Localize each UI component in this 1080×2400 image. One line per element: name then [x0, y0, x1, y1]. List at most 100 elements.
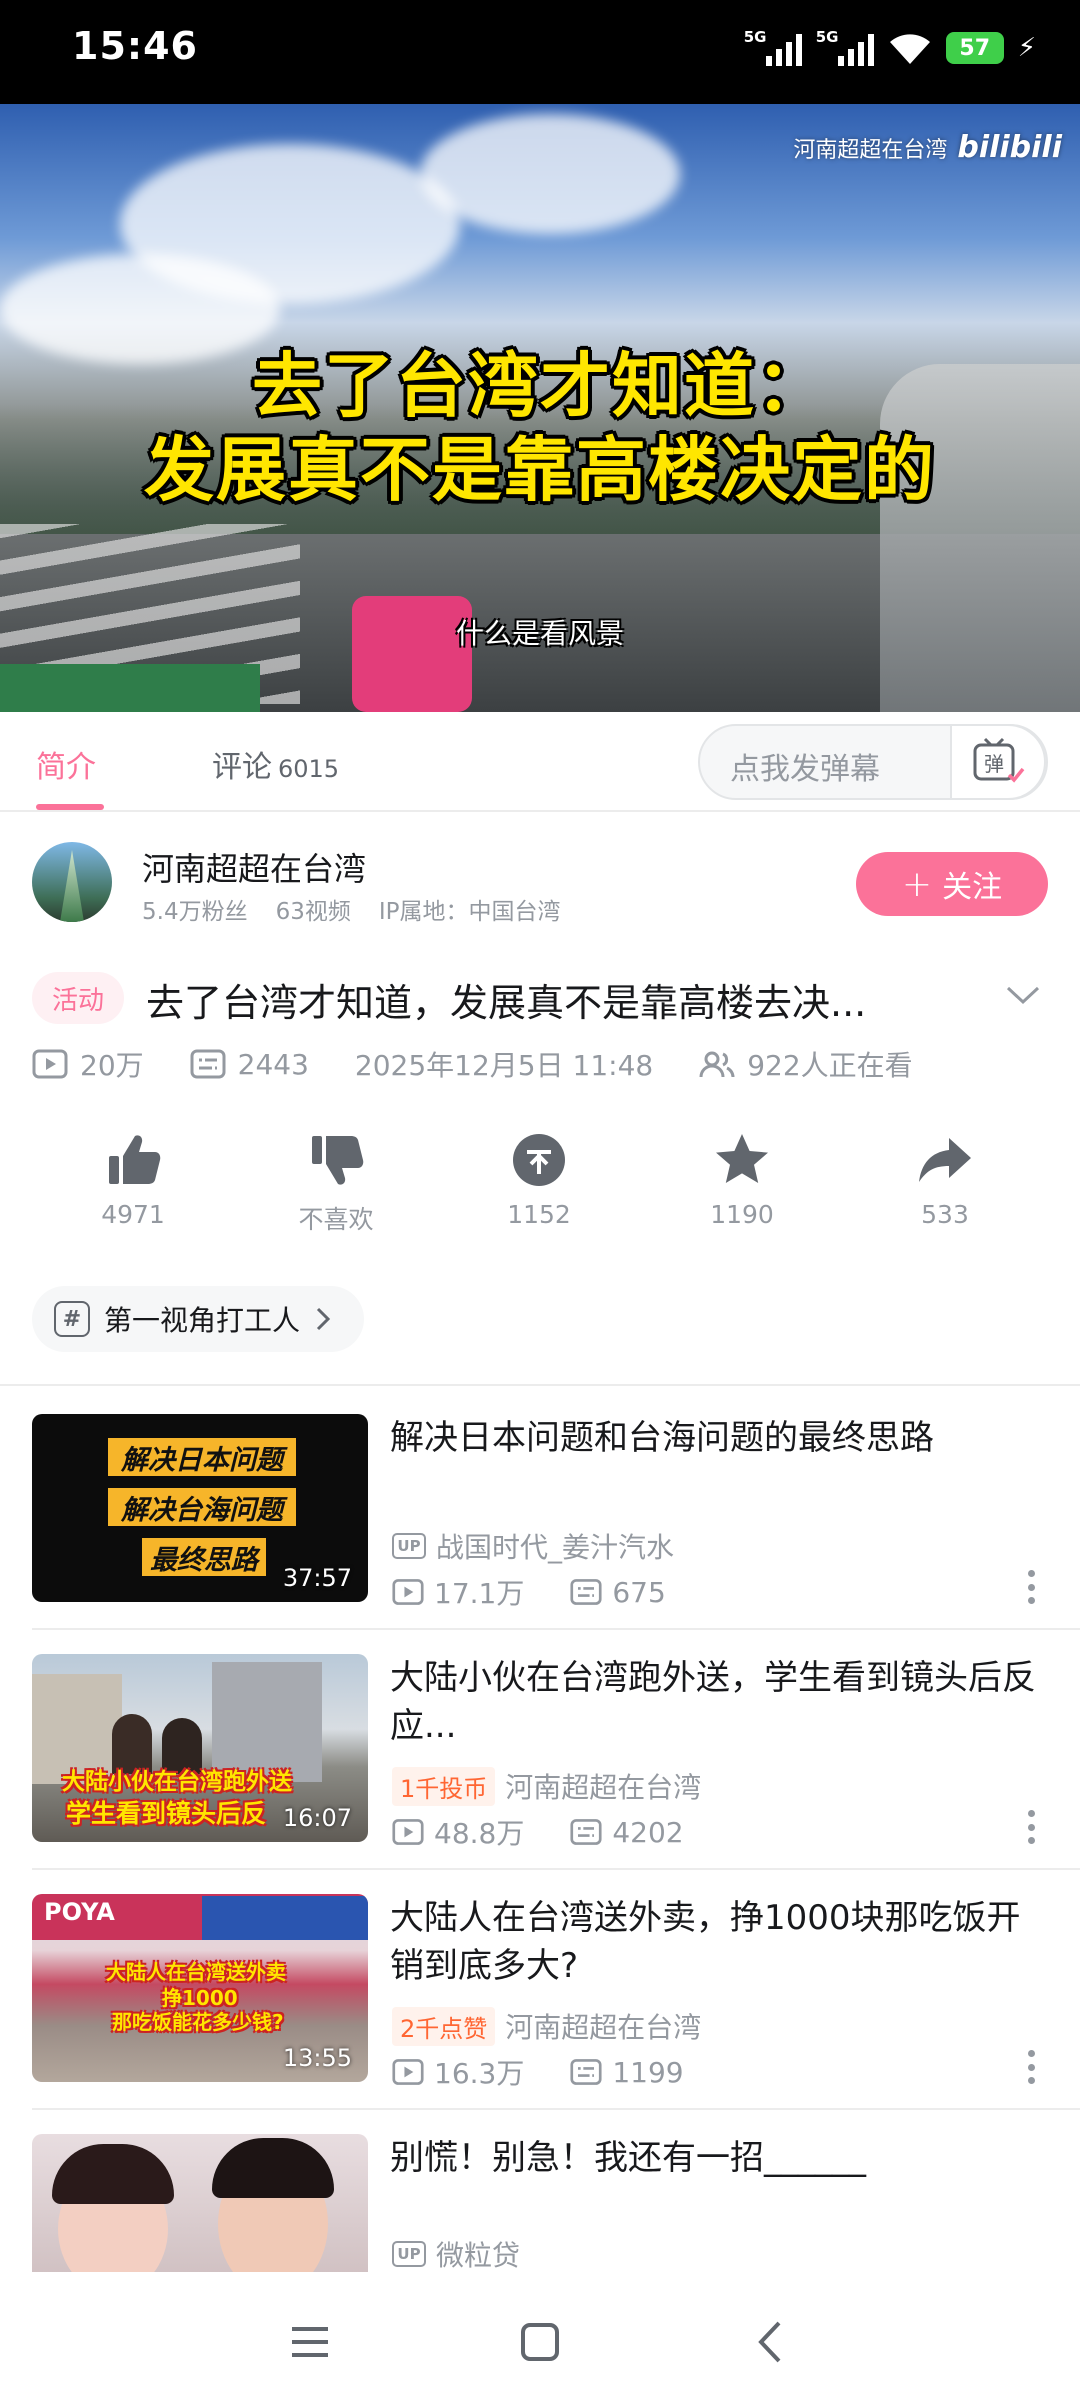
thumbnail-text: 大陆小伙在台湾跑外送: [62, 1769, 292, 1795]
thumbnail-text: 解决台海问题: [121, 1495, 283, 1526]
danmaku-input[interactable]: 点我发弹幕 弹: [698, 724, 1048, 800]
video-title[interactable]: 大陆小伙在台湾跑外送，学生看到镜头后反应...: [390, 1654, 1040, 1750]
video-duration: 16:07: [282, 1804, 352, 1832]
share-arrow-icon: [919, 1138, 971, 1182]
tab-comments-count: 6015: [278, 755, 340, 783]
coin-button[interactable]: 1152: [469, 1130, 609, 1229]
svg-text:弹: 弹: [984, 752, 1004, 776]
signal-icon: 5G: [743, 28, 802, 66]
uploader-name: 河南超超在台湾: [505, 1771, 702, 1804]
home-button[interactable]: [510, 2312, 570, 2372]
uploader-name[interactable]: 河南超超在台湾: [142, 844, 366, 890]
dislike-label: 不喜欢: [298, 1205, 374, 1234]
danmaku-toggle-button[interactable]: 弹: [950, 724, 1046, 800]
video-title[interactable]: 大陆人在台湾送外卖，挣1000块那吃饭开销到底多大?: [390, 1894, 1040, 1990]
follow-label: 关注: [942, 870, 1003, 905]
watermark-channel: 河南超超在台湾: [793, 137, 948, 163]
avatar[interactable]: [32, 842, 112, 922]
view-count: 48.8万: [434, 1817, 525, 1850]
danmaku-count: 1199: [612, 2055, 684, 2089]
coin-count: 1152: [507, 1200, 571, 1229]
hot-badge: 1千投币: [392, 1766, 496, 1806]
thumbnail-text: 学生看到镜头后反: [66, 1799, 267, 1828]
list-item[interactable]: 别慌！别急！我还有一招______ UP 微粒贷: [0, 2134, 1080, 2272]
favorite-button[interactable]: 1190: [672, 1130, 812, 1229]
hot-badge: 2千点赞: [392, 2006, 496, 2046]
status-bar: 15:46 5G 5G 57 ⚡: [0, 0, 1080, 104]
chevron-right-icon: [316, 1307, 331, 1331]
up-icon: UP: [392, 1533, 426, 1559]
uploader-meta: 5.4万粉丝 63视频 IP属地：中国台湾: [142, 892, 561, 926]
uploader-videos: 63视频: [275, 899, 351, 925]
danmaku-count-icon: [570, 1819, 602, 1845]
video-watermark: 河南超超在台湾 bilibili: [793, 130, 1062, 165]
more-icon[interactable]: [1028, 2050, 1036, 2084]
share-count: 533: [921, 1200, 969, 1229]
video-duration: 13:55: [282, 2044, 352, 2072]
video-title: 去了台湾才知道，发展真不是靠高楼去决...: [146, 981, 867, 1025]
video-thumbnail[interactable]: [32, 2134, 368, 2272]
network-type-1: 5G: [743, 28, 767, 46]
list-item[interactable]: 解决日本问题 解决台海问题 最终思路 37:57 解决日本问题和台海问题的最终思…: [0, 1414, 1080, 1654]
video-title-row[interactable]: 活动 去了台湾才知道，发展真不是靠高楼去决...: [0, 962, 1080, 1034]
video-title[interactable]: 别慌！别急！我还有一招______: [390, 2134, 1040, 2182]
video-player[interactable]: 河南超超在台湾 bilibili 去了台湾才知道： 发展真不是靠高楼决定的 什么…: [0, 104, 1080, 712]
thumbnail-text: 那吃饭能花多少钱?: [112, 2010, 284, 2034]
share-button[interactable]: 533: [875, 1130, 1015, 1229]
hashtag-icon: #: [54, 1301, 90, 1337]
coin-icon: [513, 1134, 565, 1186]
video-uploader[interactable]: 2千点赞 河南超超在台湾: [392, 2006, 701, 2046]
dislike-button[interactable]: 不喜欢: [266, 1130, 406, 1236]
video-stats: 48.8万 4202: [392, 1812, 684, 1852]
bilibili-logo: bilibili: [957, 130, 1062, 165]
chevron-down-icon[interactable]: [1006, 984, 1040, 1008]
play-count-icon: [32, 1049, 68, 1079]
video-overlay-title-line2: 发展真不是靠高楼决定的: [144, 429, 936, 511]
tab-active-indicator: [36, 804, 104, 810]
thumbnail-text: 大陆人在台湾送外卖: [106, 1960, 286, 1984]
video-uploader[interactable]: 1千投币 河南超超在台湾: [392, 1766, 701, 1806]
like-button[interactable]: 4971: [63, 1130, 203, 1229]
uploader-ip: IP属地：中国台湾: [378, 899, 561, 925]
play-count-icon: [392, 1819, 424, 1845]
danmaku-placeholder: 点我发弹幕: [730, 752, 880, 787]
video-title[interactable]: 解决日本问题和台海问题的最终思路: [390, 1414, 1040, 1462]
more-icon[interactable]: [1028, 1570, 1036, 1604]
video-thumbnail[interactable]: 解决日本问题 解决台海问题 最终思路 37:57: [32, 1414, 368, 1602]
activity-badge[interactable]: 活动: [32, 972, 125, 1024]
tab-comments[interactable]: 评论 6015: [212, 742, 339, 786]
danmaku-count: 675: [612, 1575, 666, 1609]
recents-button[interactable]: [280, 2312, 340, 2372]
signal-icon-2: 5G: [816, 28, 874, 66]
thumbs-up-icon: [109, 1135, 161, 1184]
home-square-icon: [521, 2323, 559, 2361]
back-button[interactable]: [740, 2312, 800, 2372]
play-count-icon: [392, 2059, 424, 2085]
list-item[interactable]: 大陆小伙在台湾跑外送 学生看到镜头后反 16:07 大陆小伙在台湾跑外送，学生看…: [0, 1654, 1080, 1894]
follow-button[interactable]: + 关注: [856, 852, 1048, 916]
tab-comments-label: 评论: [212, 750, 272, 785]
tab-intro[interactable]: 简介: [36, 742, 96, 786]
video-thumbnail[interactable]: POYA 大陆人在台湾送外卖 挣1000 那吃饭能花多少钱? 13:55: [32, 1894, 368, 2082]
danmaku-count-icon: [570, 2059, 602, 2085]
status-time: 15:46: [72, 24, 198, 68]
plus-icon: +: [901, 863, 933, 905]
view-count: 20万: [80, 1049, 144, 1082]
thumbnail-text: 最终思路: [150, 1545, 258, 1576]
thumbnail-text: 解决日本问题: [121, 1445, 283, 1476]
video-thumbnail[interactable]: 大陆小伙在台湾跑外送 学生看到镜头后反 16:07: [32, 1654, 368, 1842]
video-uploader[interactable]: UP 战国时代_姜汁汽水: [392, 1526, 674, 1566]
topic-tag[interactable]: # 第一视角打工人: [32, 1286, 365, 1352]
star-icon: [716, 1134, 768, 1183]
video-uploader[interactable]: UP 微粒贷: [392, 2234, 520, 2272]
favorite-count: 1190: [710, 1200, 774, 1229]
list-divider: [32, 1868, 1080, 1870]
charging-icon: ⚡: [1017, 33, 1036, 63]
list-divider: [32, 1628, 1080, 1630]
list-item[interactable]: POYA 大陆人在台湾送外卖 挣1000 那吃饭能花多少钱? 13:55 大陆人…: [0, 1894, 1080, 2134]
up-icon: UP: [392, 2241, 426, 2267]
danmaku-icon: 弹: [973, 737, 1025, 783]
more-icon[interactable]: [1028, 1810, 1036, 1844]
section-divider: [0, 1384, 1080, 1386]
detail-tabs: 简介 评论 6015 点我发弹幕 弹: [0, 712, 1080, 812]
